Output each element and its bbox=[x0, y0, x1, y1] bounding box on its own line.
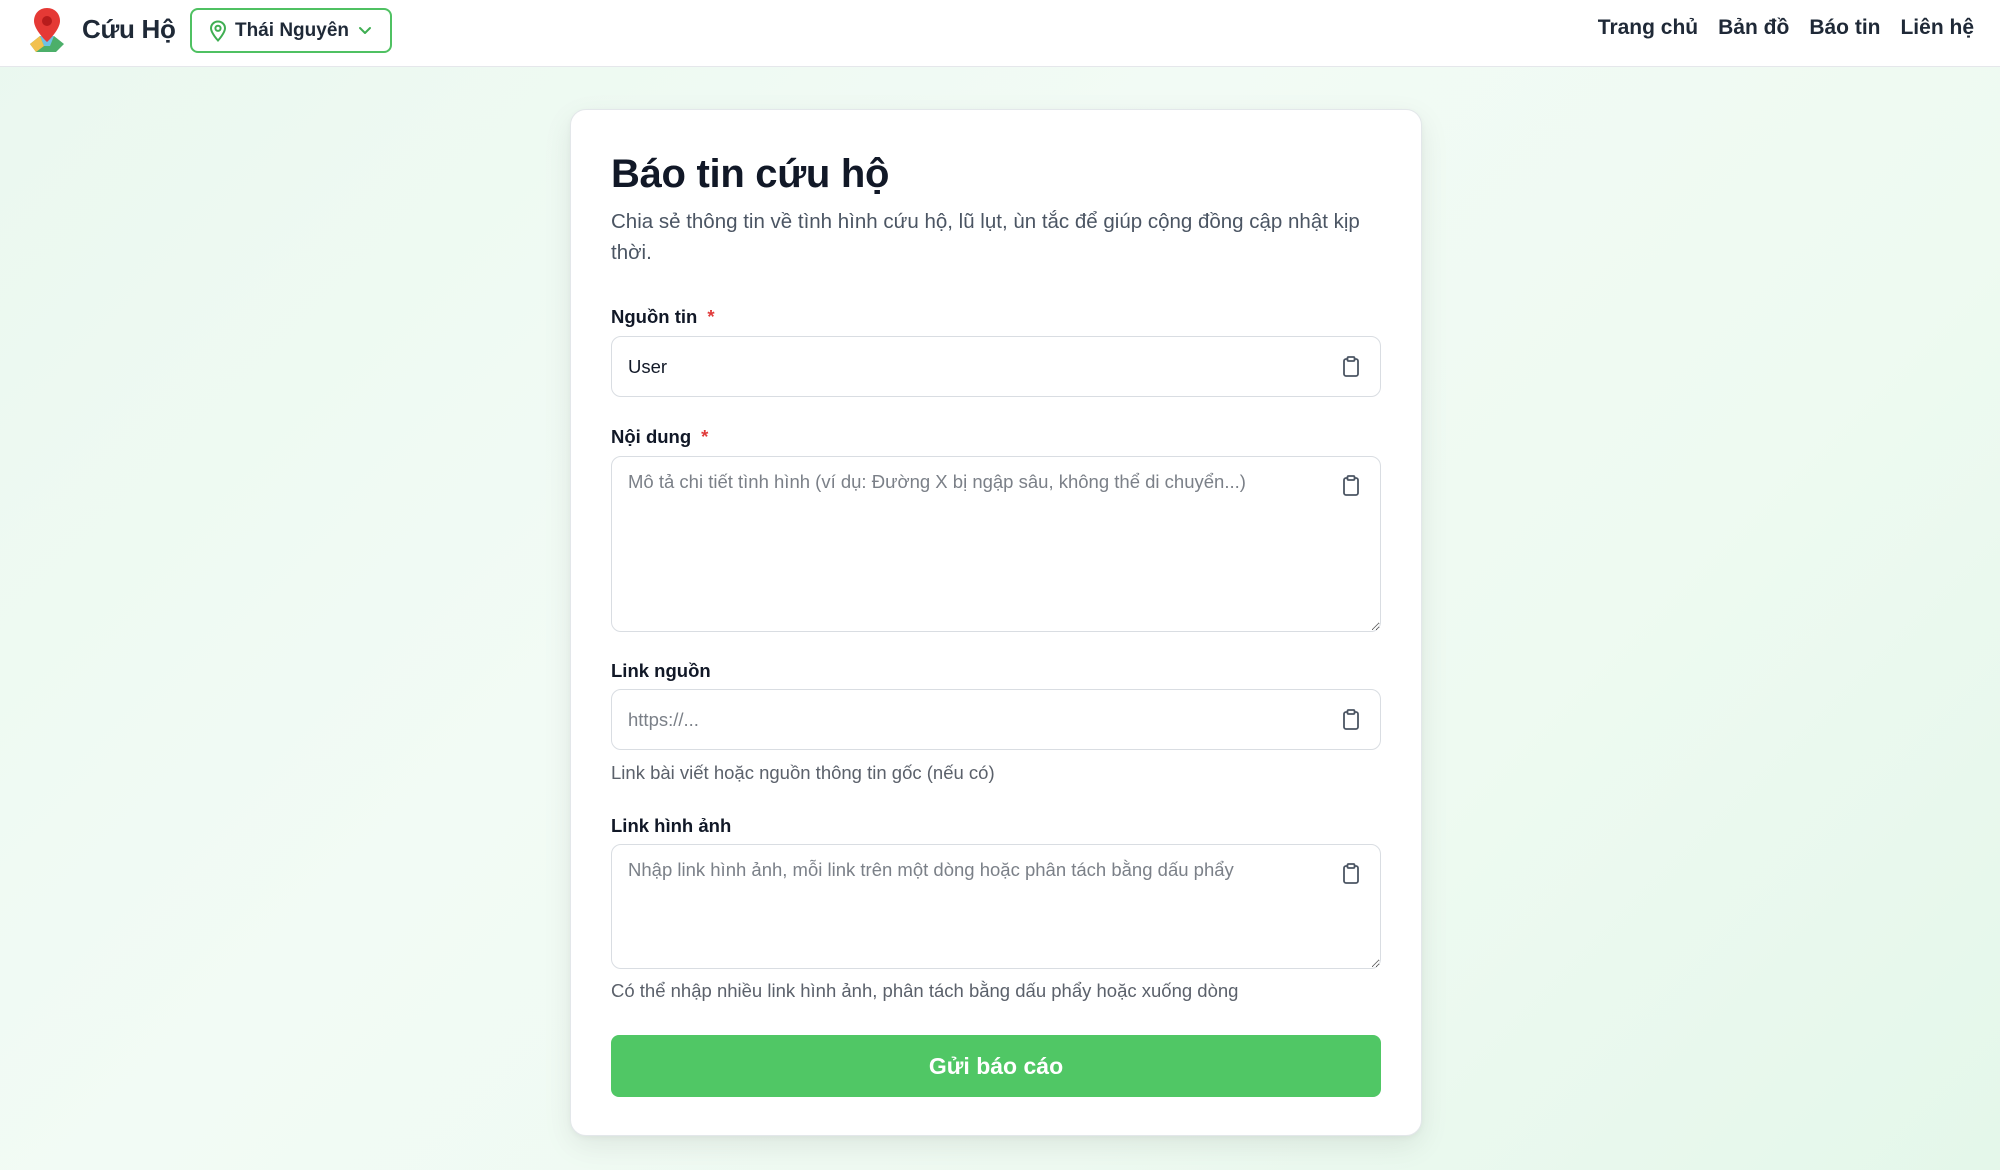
top-navbar: Cứu Hộ Thái Nguyên Trang chủ Bản đồ Báo … bbox=[0, 0, 2000, 67]
page-subtitle: Chia sẻ thông tin về tình hình cứu hộ, l… bbox=[611, 210, 1360, 264]
clipboard-icon[interactable] bbox=[1341, 474, 1361, 498]
clipboard-icon[interactable] bbox=[1341, 862, 1361, 886]
clipboard-icon[interactable] bbox=[1341, 708, 1361, 732]
main-nav: Trang chủ Bản đồ Báo tin Liên hệ bbox=[1598, 16, 1974, 40]
source-label: Nguồn tin * bbox=[611, 306, 715, 328]
content-textarea[interactable] bbox=[611, 456, 1381, 632]
clipboard-icon[interactable] bbox=[1341, 355, 1361, 379]
submit-report-button[interactable]: Gửi báo cáo bbox=[611, 1035, 1381, 1097]
location-dropdown[interactable]: Thái Nguyên bbox=[190, 8, 392, 53]
nav-contact[interactable]: Liên hệ bbox=[1900, 16, 1974, 40]
report-form-card: Báo tin cứu hộ Chia sẻ thông tin về tình… bbox=[570, 109, 1422, 1136]
source-label-text: Nguồn tin bbox=[611, 306, 698, 327]
brand-name[interactable]: Cứu Hộ bbox=[82, 14, 176, 45]
image-links-label: Link hình ảnh bbox=[611, 815, 732, 836]
nav-report[interactable]: Báo tin bbox=[1809, 16, 1880, 40]
link-source-input[interactable] bbox=[611, 689, 1381, 750]
link-source-hint: Link bài viết hoặc nguồn thông tin gốc (… bbox=[611, 762, 995, 783]
content-label-text: Nội dung bbox=[611, 426, 692, 447]
image-links-textarea[interactable] bbox=[611, 844, 1381, 969]
nav-home[interactable]: Trang chủ bbox=[1598, 16, 1698, 40]
location-label: Thái Nguyên bbox=[235, 20, 350, 41]
source-input[interactable] bbox=[611, 336, 1381, 397]
nav-map[interactable]: Bản đồ bbox=[1718, 16, 1789, 40]
map-pin-icon bbox=[209, 20, 227, 42]
required-mark: * bbox=[707, 306, 715, 327]
image-links-hint: Có thể nhập nhiều link hình ảnh, phân tá… bbox=[611, 980, 1239, 1001]
content-label: Nội dung * bbox=[611, 426, 708, 448]
map-pin-logo-icon[interactable] bbox=[26, 6, 68, 54]
required-mark: * bbox=[701, 426, 709, 447]
page-title: Báo tin cứu hộ bbox=[611, 152, 890, 196]
chevron-down-icon bbox=[359, 27, 371, 34]
link-source-label: Link nguồn bbox=[611, 660, 711, 681]
